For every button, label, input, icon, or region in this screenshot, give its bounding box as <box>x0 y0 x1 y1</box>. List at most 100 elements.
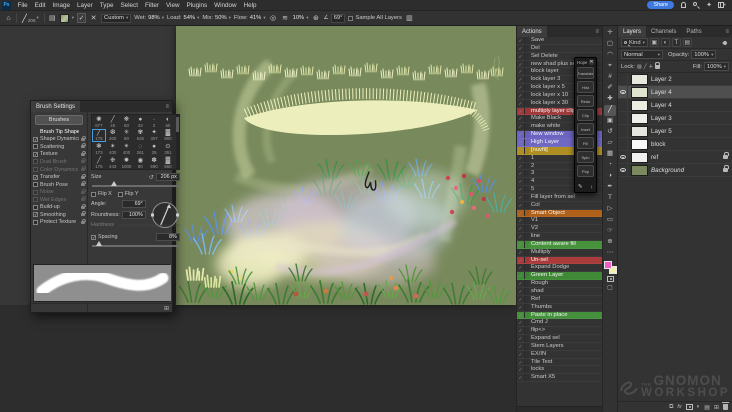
flip-x-checkbox[interactable] <box>91 191 96 197</box>
brush-section-row[interactable]: Brush Pose <box>31 181 87 189</box>
brush-section-row[interactable]: Build-up <box>31 203 87 211</box>
load-brush-after-stroke-icon[interactable]: ✓ <box>77 13 87 23</box>
pressure-opacity-icon[interactable]: ◎ <box>269 13 278 23</box>
tool-button[interactable]: ✒ <box>604 182 616 193</box>
macro-pad-button[interactable]: Translate <box>577 67 594 79</box>
layer-thumbnail[interactable] <box>631 112 648 124</box>
smoothing-control[interactable]: 10% ▾ <box>293 15 309 21</box>
lock-paint-icon[interactable]: ╱ <box>644 64 647 70</box>
brushes-button[interactable]: Brushes <box>35 115 83 125</box>
brush-section-row[interactable]: Scattering <box>31 143 87 151</box>
roundness-value[interactable]: 100% <box>121 211 146 219</box>
tool-button[interactable]: ↺ <box>604 127 616 138</box>
section-checkbox[interactable] <box>33 212 38 218</box>
size-value[interactable]: 206 px <box>155 173 180 181</box>
flip-y-checkbox[interactable] <box>117 191 123 197</box>
brush-tip-preset[interactable]: ✦ 307 <box>147 129 161 143</box>
tool-preset-picker[interactable]: ╱ 206 ▾ <box>20 14 41 23</box>
tab-layers[interactable]: Layers <box>618 26 647 37</box>
tool-button[interactable]: ◔ <box>604 160 616 171</box>
notifications-bell-icon[interactable] <box>679 1 687 9</box>
action-item[interactable]: Cmd J <box>517 319 602 328</box>
flow-control[interactable]: Flow: 41% ▾ <box>234 15 266 21</box>
layer-row[interactable]: Layer 5 <box>618 125 732 138</box>
layer-row[interactable]: Layer 3 <box>618 112 732 125</box>
tool-button[interactable]: ▭ <box>604 215 616 226</box>
tool-button[interactable]: ✚ <box>604 94 616 105</box>
brush-tip-preset[interactable]: ❉ 443 <box>106 156 120 169</box>
menu-item[interactable]: Help <box>240 2 260 9</box>
menu-item[interactable]: Plugins <box>183 2 211 9</box>
section-checkbox[interactable] <box>33 189 38 195</box>
visibility-toggle[interactable] <box>618 99 628 111</box>
layer-thumbnail[interactable] <box>631 151 648 163</box>
quick-mask-icon[interactable] <box>604 274 616 283</box>
section-checkbox[interactable] <box>33 151 38 157</box>
section-checkbox[interactable] <box>33 197 38 203</box>
layer-thumbnail[interactable] <box>631 99 648 111</box>
tool-button[interactable]: ✐ <box>604 83 616 94</box>
brush-tip-preset[interactable]: ● 35 <box>147 142 161 156</box>
share-button[interactable]: Share <box>647 1 674 9</box>
spacing-checkbox[interactable] <box>91 234 96 240</box>
brush-tip-preset[interactable]: ◉ 80 <box>133 156 147 169</box>
filter-adjustment-icon[interactable]: ◐ <box>660 38 670 47</box>
lock-icon[interactable] <box>81 218 86 224</box>
brush-tip-preset[interactable]: ✹ 1000 <box>120 156 134 169</box>
workspace-switcher-icon[interactable]: ▾ <box>718 1 726 9</box>
visibility-toggle[interactable] <box>618 138 628 150</box>
macro-pad-button[interactable]: Inset <box>577 123 594 135</box>
reset-icon[interactable]: ↺ <box>149 174 154 181</box>
visibility-toggle[interactable] <box>618 151 628 163</box>
search-icon[interactable] <box>692 1 700 9</box>
brush-tip-preset[interactable]: ✴ 400 <box>120 142 134 156</box>
brush-tip-preset[interactable]: ◌ 261 <box>133 142 147 156</box>
tool-button[interactable]: ▷ <box>604 204 616 215</box>
brush-tip-preset[interactable]: ╱ 175 <box>92 156 106 169</box>
brush-section-row[interactable]: Color Dynamics <box>31 166 87 174</box>
brush-section-row[interactable]: Brush Tip Shape <box>31 128 87 136</box>
fill-value[interactable]: 100% ▾ <box>703 62 729 71</box>
pencil-icon[interactable]: ✎ <box>578 184 583 190</box>
brush-tip-preset[interactable]: ✺ 677 <box>92 115 106 129</box>
brush-tip-preset[interactable]: ❋ 60 <box>120 115 134 129</box>
action-item[interactable]: Col <box>517 201 602 210</box>
lock-icon[interactable] <box>81 135 86 141</box>
action-item[interactable]: V1 <box>517 217 602 226</box>
layer-thumbnail[interactable] <box>631 86 648 98</box>
action-item[interactable]: line <box>517 233 602 241</box>
layer-style-icon[interactable]: fx <box>677 404 681 410</box>
tool-button[interactable]: ╱ <box>604 105 616 116</box>
tool-button[interactable]: ✛ <box>604 28 616 39</box>
brush-tip-preset[interactable]: ✶ 400 <box>106 142 120 156</box>
action-item[interactable]: Fill layer from sel <box>517 193 602 202</box>
action-item[interactable]: Del <box>517 44 602 53</box>
add-mask-icon[interactable] <box>685 404 693 410</box>
visibility-toggle[interactable] <box>618 73 628 85</box>
blend-mode-select[interactable]: Normal ▾ <box>621 50 663 59</box>
brush-load-swatch[interactable] <box>59 13 69 23</box>
tool-button[interactable]: ▦ <box>604 149 616 160</box>
brush-section-row[interactable]: Dual Brush <box>31 158 87 166</box>
macro-pad-button[interactable]: Fill <box>577 137 594 149</box>
brush-panel-toggle-icon[interactable]: ▥ <box>405 13 414 23</box>
chevron-down-icon[interactable]: ▾ <box>72 15 74 21</box>
lock-icon[interactable] <box>81 158 86 164</box>
discover-icon[interactable]: ✦ <box>705 1 713 9</box>
brush-tip-preset[interactable]: ❃ 173 <box>92 142 106 156</box>
brush-tip-preset[interactable]: ● 43 <box>133 115 147 129</box>
lock-transparency-icon[interactable]: ▨ <box>637 64 642 70</box>
opacity-value[interactable]: 100% ▾ <box>691 50 717 59</box>
action-item[interactable]: Un-sel <box>517 256 602 265</box>
load-control[interactable]: Load: 54% ▾ <box>167 15 199 21</box>
tool-button[interactable]: ▱ <box>604 138 616 149</box>
airbrush-icon[interactable]: ≋ <box>281 13 290 23</box>
action-item[interactable]: Stem Layers <box>517 342 602 351</box>
layer-row[interactable]: block <box>618 138 732 151</box>
tab-brush-settings[interactable]: Brush Settings <box>31 101 81 112</box>
brush-tip-preset[interactable]: ▓ 900 <box>161 129 175 143</box>
lock-icon[interactable] <box>81 173 86 179</box>
lock-icon[interactable] <box>81 166 86 171</box>
action-item[interactable]: Rough <box>517 280 602 288</box>
clean-brush-after-stroke-icon[interactable]: ✕ <box>89 13 98 23</box>
